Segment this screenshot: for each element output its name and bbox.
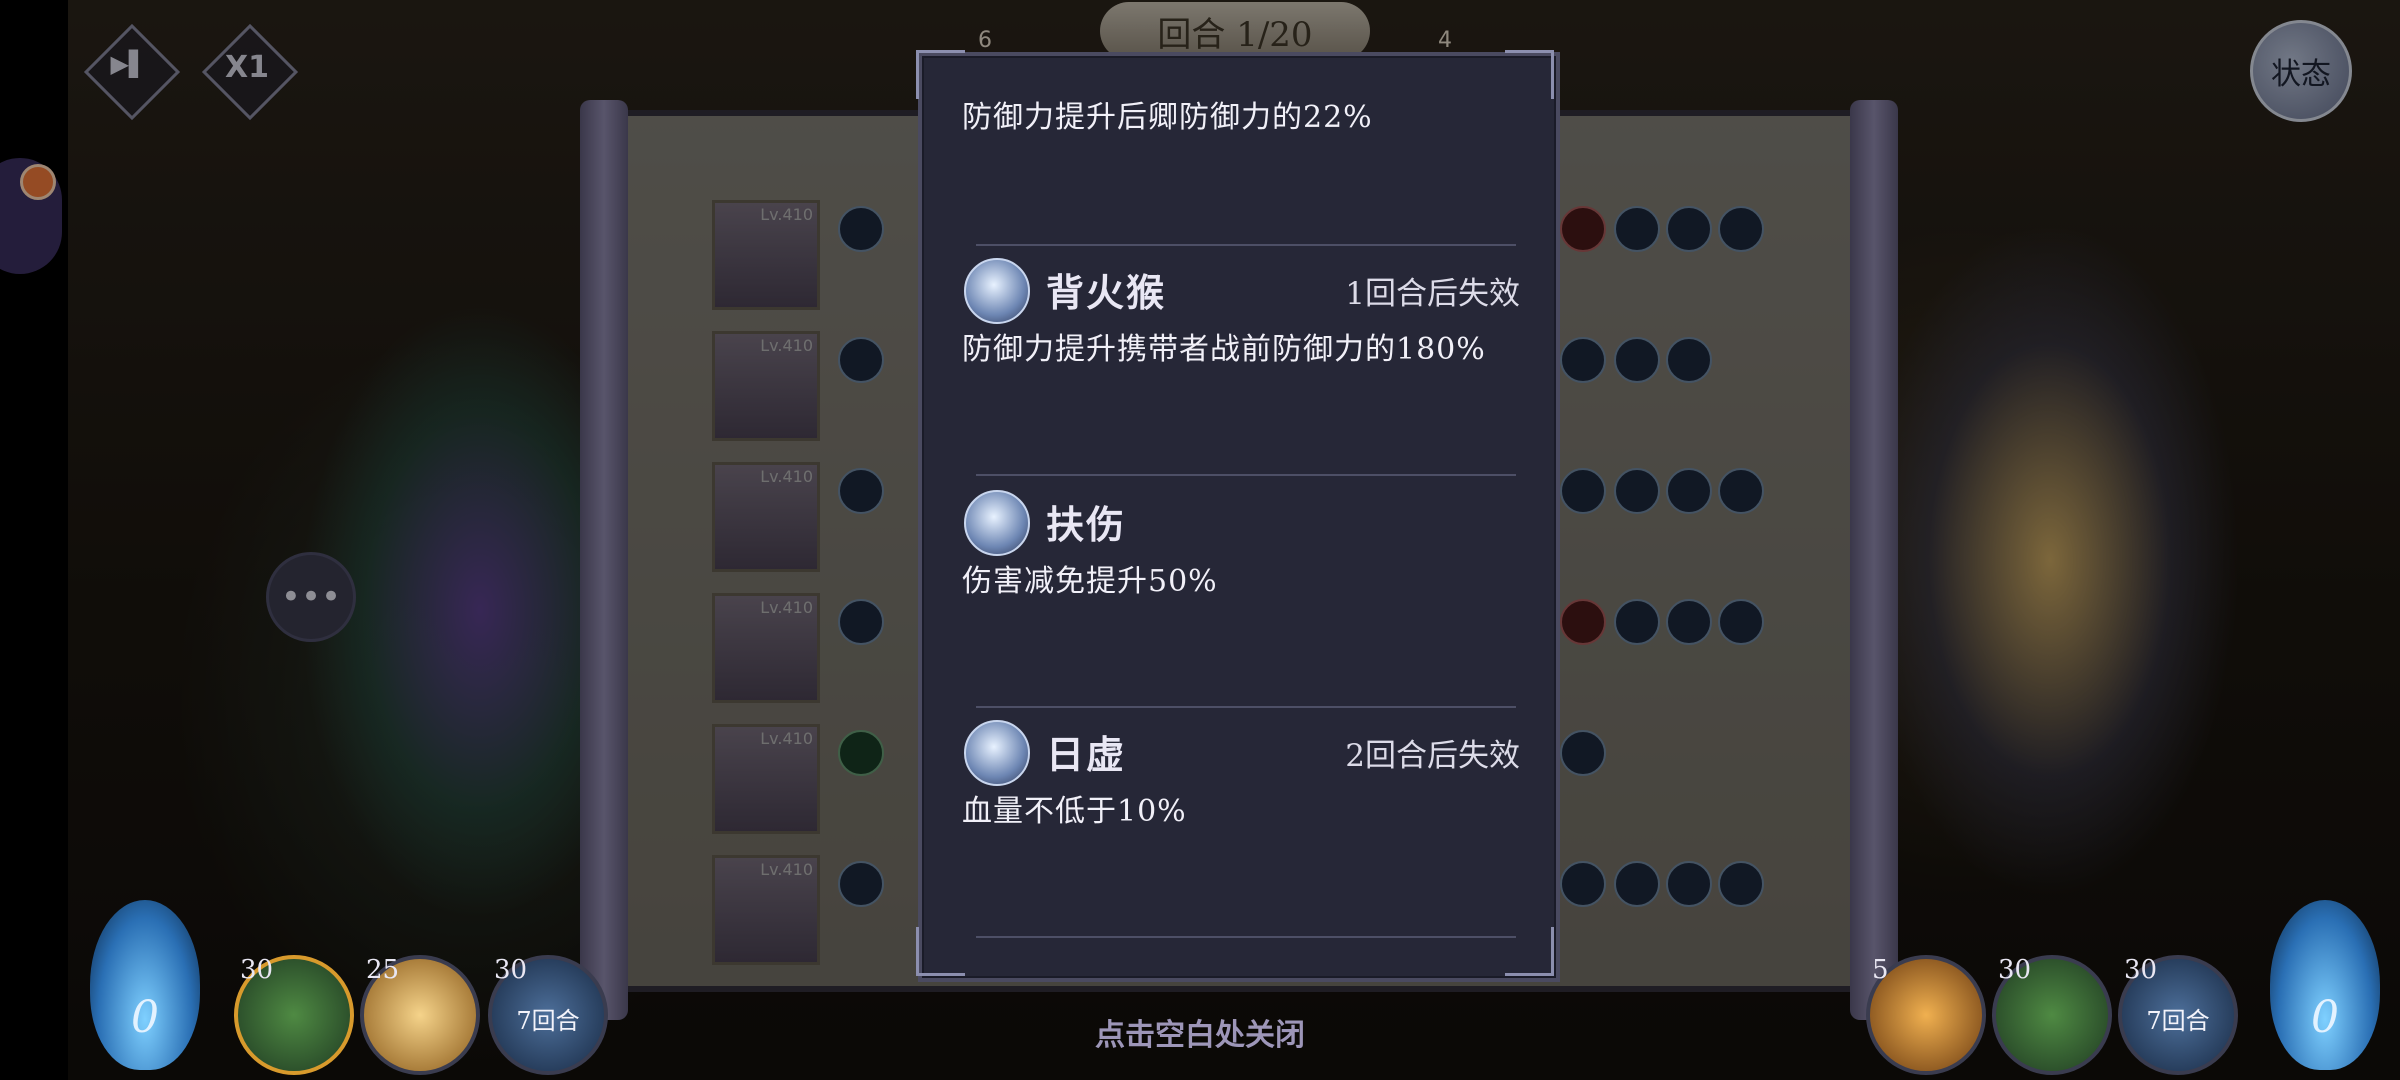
skill-cost: 30 (1998, 955, 2032, 985)
heal-hands-icon (964, 490, 1030, 556)
divider (976, 244, 1516, 246)
skill-button[interactable]: 30 (234, 955, 354, 1075)
energy-flame-left: 0 (90, 900, 200, 1070)
buff-name: 日虚 (1046, 732, 1127, 777)
skill-button[interactable]: 30 7回合 (488, 955, 608, 1075)
skill-cost: 30 (494, 955, 528, 985)
divider (976, 936, 1516, 938)
buff-duration: 1回合后失效 (1345, 276, 1520, 312)
buff-desc: 血量不低于10% (962, 794, 1187, 829)
skill-button[interactable]: 30 7回合 (2118, 955, 2238, 1075)
buff-detail-panel: 防御力提升后卿防御力的22% 背火猴 1回合后失效 防御力提升携带者战前防御力的… (918, 52, 1560, 982)
skill-button[interactable]: 25 (360, 955, 480, 1075)
skill-label: 7回合 (516, 1007, 580, 1035)
skill-label: 7回合 (2146, 1007, 2210, 1035)
buff-name: 扶伤 (1046, 502, 1127, 547)
buff-desc: 防御力提升携带者战前防御力的180% (962, 332, 1486, 367)
energy-value: 0 (2311, 992, 2339, 1043)
skill-cost: 5 (1872, 955, 1889, 985)
energy-flame-right: 0 (2270, 900, 2380, 1070)
divider (976, 706, 1516, 708)
skill-cost: 25 (366, 955, 400, 985)
shield-up-icon (964, 258, 1030, 324)
buff-desc: 伤害减免提升50% (962, 564, 1218, 599)
buff-desc-top: 防御力提升后卿防御力的22% (962, 100, 1373, 135)
buff-duration: 2回合后失效 (1345, 738, 1520, 774)
skill-button[interactable]: 30 (1992, 955, 2112, 1075)
skill-button[interactable]: 5 (1866, 955, 1986, 1075)
star-burst-icon (964, 720, 1030, 786)
skill-cost: 30 (2124, 955, 2158, 985)
energy-value: 0 (131, 992, 159, 1043)
divider (976, 474, 1516, 476)
buff-name: 背火猴 (1046, 270, 1167, 315)
skill-cost: 30 (240, 955, 274, 985)
